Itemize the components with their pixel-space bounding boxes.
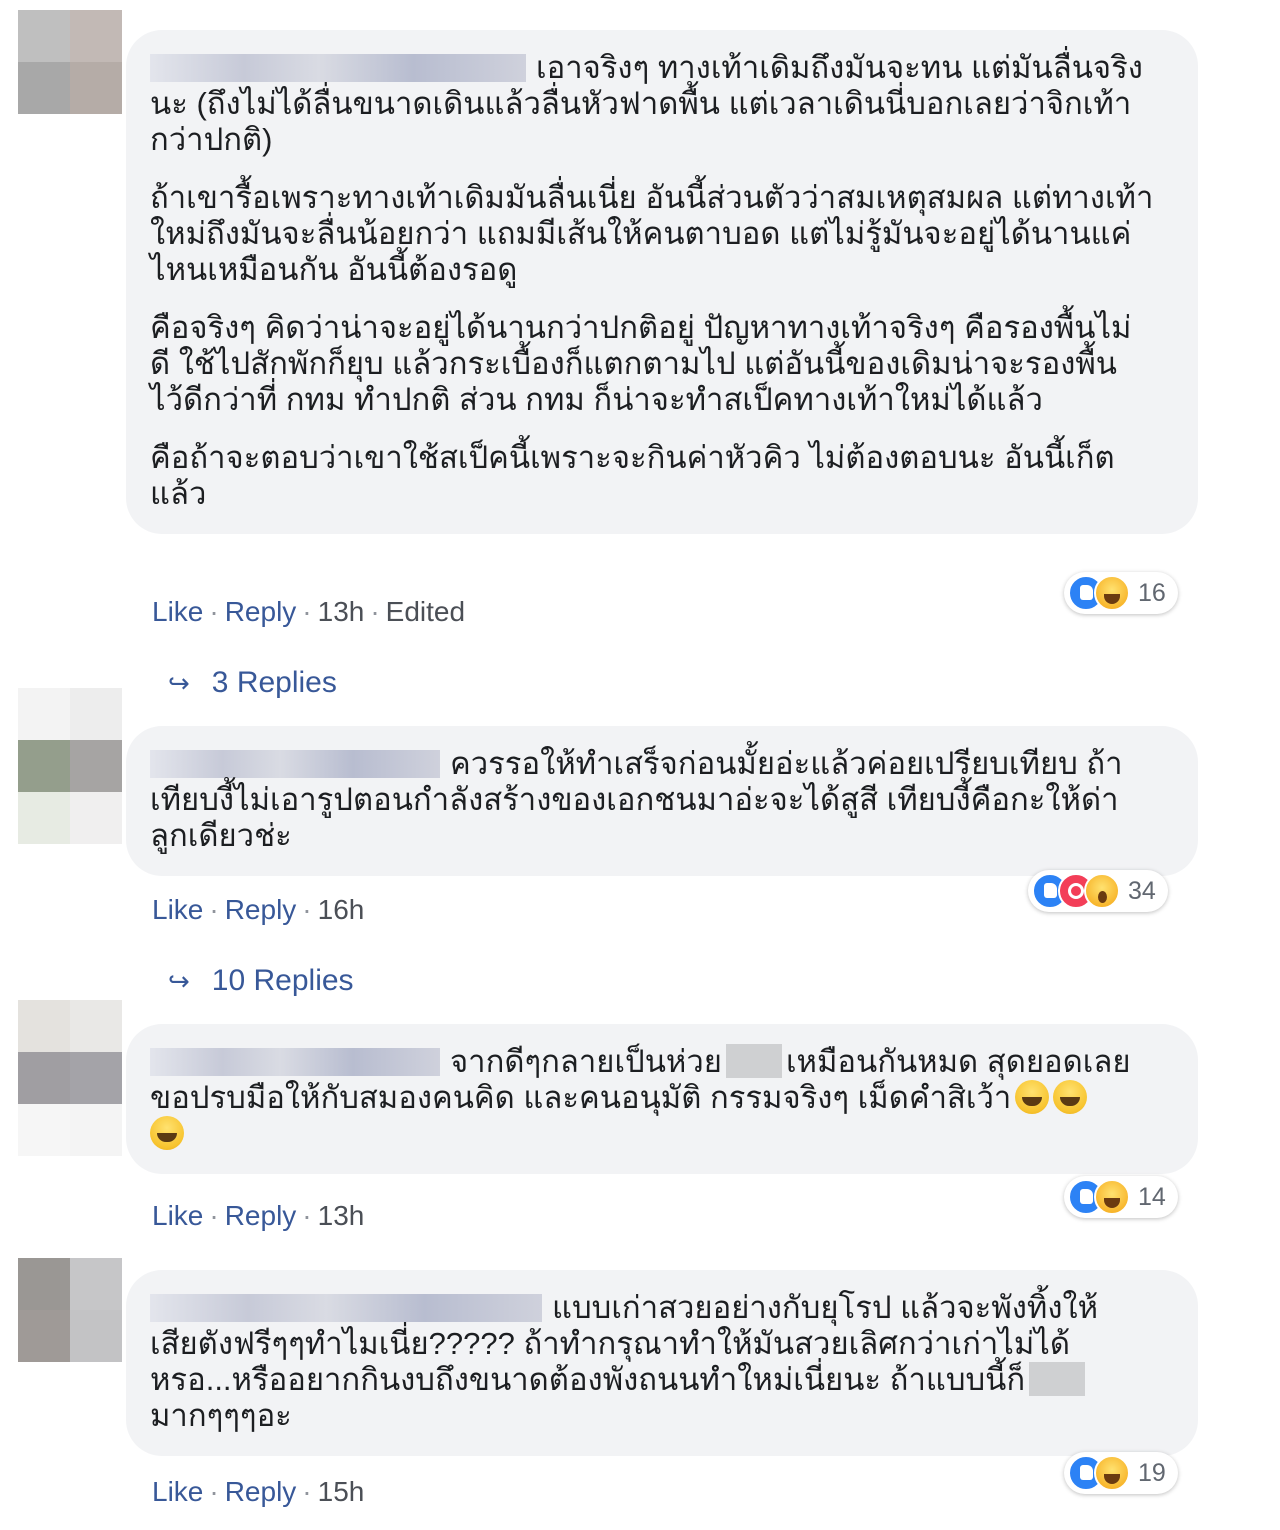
- reaction-summary[interactable]: 14: [1064, 1176, 1178, 1218]
- grinning-sweat-emoji: [1053, 1080, 1088, 1114]
- reply-arrow-icon: ↪: [168, 966, 190, 996]
- separator: ·: [302, 596, 312, 627]
- comment-paragraph: ควรรอให้ทำเสร็จก่อนมั้ยอ่ะแล้วค่อยเปรียบ…: [150, 746, 1172, 854]
- comment-bubble: เอาจริงๆ ทางเท้าเดิมถึงมันจะทน แต่มันลื่…: [126, 30, 1198, 534]
- like-button[interactable]: Like: [152, 1476, 203, 1507]
- haha-reaction-icon: [1094, 1455, 1130, 1491]
- wow-reaction-icon: [1084, 873, 1120, 909]
- avatar[interactable]: [18, 10, 122, 114]
- reaction-summary[interactable]: 34: [1028, 870, 1168, 912]
- avatar[interactable]: [18, 1000, 122, 1104]
- comment-paragraph: เอาจริงๆ ทางเท้าเดิมถึงมันจะทน แต่มันลื่…: [150, 50, 1172, 158]
- reaction-summary[interactable]: 19: [1064, 1452, 1178, 1494]
- reply-button[interactable]: Reply: [225, 894, 297, 925]
- comment-actions: Like · Reply · 13h · Edited: [152, 596, 465, 628]
- like-button[interactable]: Like: [152, 596, 203, 627]
- censored-word: [725, 1044, 782, 1078]
- view-replies-link[interactable]: ↪ 10 Replies: [168, 964, 354, 998]
- edited-label[interactable]: Edited: [386, 596, 465, 627]
- comment-paragraph: คือจริงๆ คิดว่าน่าจะอยู่ได้นานกว่าปกติอย…: [150, 310, 1132, 417]
- author-name-redacted[interactable]: [150, 1048, 440, 1076]
- haha-reaction-icon: [1094, 1179, 1130, 1215]
- timestamp[interactable]: 16h: [318, 894, 365, 925]
- replies-label: 10 Replies: [211, 964, 354, 997]
- comment-paragraph: คือถ้าจะตอบว่าเขาใช้สเป็คนี้เพราะจะกินค่…: [150, 440, 1115, 511]
- separator: ·: [209, 596, 219, 627]
- reply-button[interactable]: Reply: [225, 1476, 297, 1507]
- reply-arrow-icon: ↪: [168, 668, 190, 698]
- comment-paragraph: แบบเก่าสวยอย่างกับยุโรป แล้วจะพังทิ้งให้…: [150, 1290, 1172, 1434]
- reply-button[interactable]: Reply: [225, 596, 297, 627]
- separator: ·: [302, 1476, 312, 1507]
- separator: ·: [209, 1476, 219, 1507]
- avatar-lower-part: [18, 792, 122, 844]
- censored-word: [1029, 1362, 1086, 1396]
- separator: ·: [370, 596, 380, 627]
- comment-paragraph: จากดีๆกลายเป็นห่วย เหมือนกันหมด สุดยอดเลย…: [150, 1044, 1172, 1152]
- timestamp[interactable]: 13h: [318, 596, 365, 627]
- haha-reaction-icon: [1094, 575, 1130, 611]
- separator: ·: [209, 894, 219, 925]
- comment-bubble: ควรรอให้ทำเสร็จก่อนมั้ยอ่ะแล้วค่อยเปรียบ…: [126, 726, 1198, 876]
- comment-text: จากดีๆกลายเป็นห่วย: [450, 1044, 722, 1079]
- author-name-redacted[interactable]: [150, 1294, 542, 1322]
- timestamp[interactable]: 13h: [318, 1200, 365, 1231]
- author-name-redacted[interactable]: [150, 54, 526, 82]
- like-button[interactable]: Like: [152, 1200, 203, 1231]
- comment-bubble: แบบเก่าสวยอย่างกับยุโรป แล้วจะพังทิ้งให้…: [126, 1270, 1198, 1456]
- comment-paragraph: ถ้าเขารื้อเพราะทางเท้าเดิมมันลื่นเนี่ย อ…: [150, 180, 1154, 287]
- comment-bubble: จากดีๆกลายเป็นห่วย เหมือนกันหมด สุดยอดเลย…: [126, 1024, 1198, 1174]
- reaction-count: 16: [1138, 578, 1166, 607]
- comment-text: มากๆๆๆอะ: [150, 1398, 292, 1433]
- avatar-lower-part: [18, 1104, 122, 1156]
- comment-actions: Like · Reply · 13h: [152, 1200, 364, 1232]
- grinning-sweat-emoji: [150, 1116, 184, 1150]
- avatar[interactable]: [18, 1258, 122, 1362]
- view-replies-link[interactable]: ↪ 3 Replies: [168, 666, 337, 700]
- comment-actions: Like · Reply · 16h: [152, 894, 364, 926]
- like-button[interactable]: Like: [152, 894, 203, 925]
- reaction-count: 19: [1138, 1458, 1166, 1487]
- author-name-redacted[interactable]: [150, 750, 440, 778]
- comment-actions: Like · Reply · 15h: [152, 1476, 364, 1508]
- separator: ·: [209, 1200, 219, 1231]
- grinning-sweat-emoji: [1015, 1080, 1050, 1114]
- avatar[interactable]: [18, 688, 122, 792]
- timestamp[interactable]: 15h: [318, 1476, 365, 1507]
- separator: ·: [302, 1200, 312, 1231]
- separator: ·: [302, 894, 312, 925]
- reply-button[interactable]: Reply: [225, 1200, 297, 1231]
- reaction-count: 34: [1128, 876, 1156, 905]
- comment-text: เหมือนกันหมด สุดยอดเลย: [785, 1044, 1131, 1079]
- replies-label: 3 Replies: [211, 666, 337, 699]
- reaction-count: 14: [1138, 1182, 1166, 1211]
- comment-text: ขอปรบมือให้กับสมองคนคิด และคนอนุมัติ กรร…: [150, 1080, 1012, 1115]
- reaction-summary[interactable]: 16: [1064, 572, 1178, 614]
